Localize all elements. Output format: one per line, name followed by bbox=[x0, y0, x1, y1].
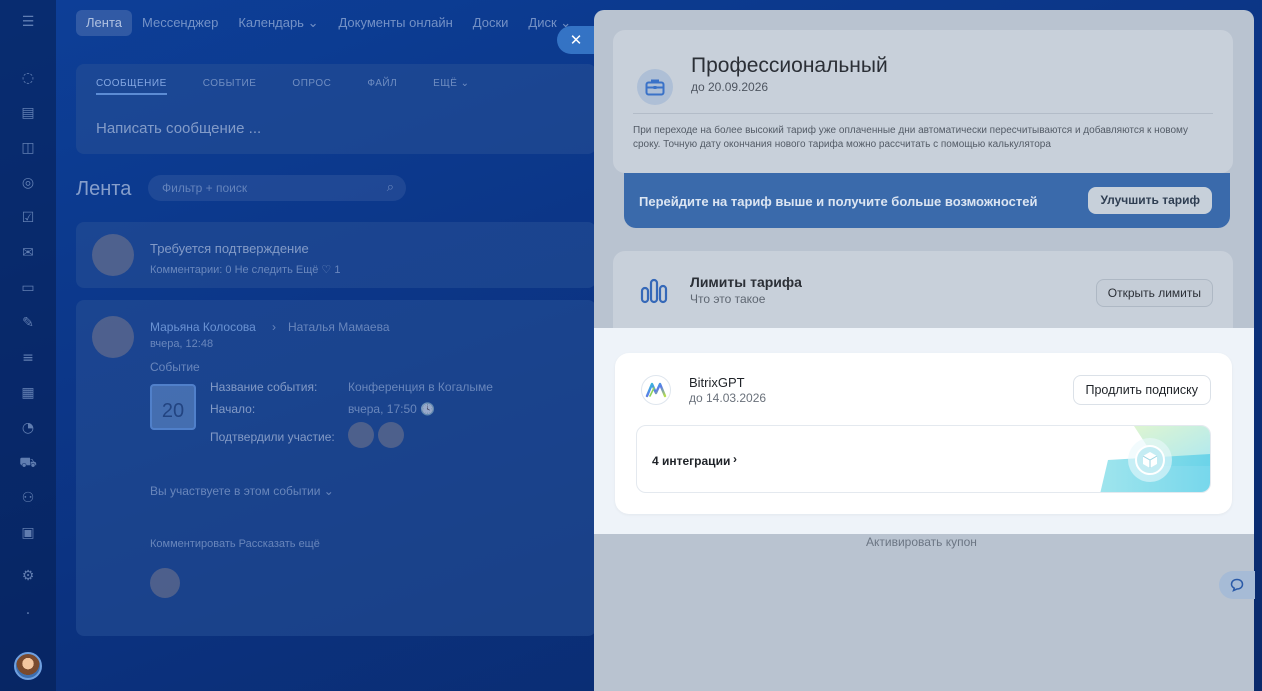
upgrade-banner: Перейдите на тариф выше и получите больш… bbox=[624, 173, 1230, 228]
participant-avatar[interactable] bbox=[348, 422, 374, 448]
user-avatar[interactable] bbox=[14, 652, 42, 680]
integrations-label: 4 интеграции bbox=[652, 454, 731, 468]
limits-card: Лимиты тарифа Что это такое Открыть лими… bbox=[613, 251, 1233, 329]
post-composer: СООБЩЕНИЕ СОБЫТИЕ ОПРОС ФАЙЛ ЕЩЁ ⌄ Напис… bbox=[76, 64, 596, 154]
nav-item-feed[interactable]: Лента bbox=[76, 10, 132, 36]
post-time: вчера, 12:48 bbox=[150, 338, 214, 350]
nav-item-calendar[interactable]: Календарь ⌄ bbox=[228, 10, 328, 36]
support-chat-button[interactable] bbox=[1219, 571, 1255, 599]
activate-coupon-link[interactable]: Активировать купон bbox=[866, 535, 977, 549]
integrations-illustration-icon bbox=[1100, 426, 1210, 492]
team-icon[interactable]: ⚇ bbox=[18, 488, 38, 508]
nav-item-messenger[interactable]: Мессенджер bbox=[132, 10, 228, 36]
event-name-label: Название события: bbox=[210, 380, 318, 394]
feed-title: Лента bbox=[76, 178, 132, 200]
document-icon[interactable]: ▤ bbox=[18, 103, 38, 123]
renew-subscription-button[interactable]: Продлить подписку bbox=[1072, 375, 1211, 405]
divider bbox=[633, 113, 1213, 114]
bitrixgpt-expiry: до 14.03.2026 bbox=[689, 391, 767, 405]
bitrixgpt-card: BitrixGPT до 14.03.2026 Продлить подписк… bbox=[615, 353, 1232, 514]
chat-icon[interactable]: ◌ bbox=[18, 68, 38, 88]
more-icon[interactable]: · bbox=[18, 604, 38, 624]
post-type: Событие bbox=[150, 360, 200, 374]
confirmed-label: Подтвердили участие: bbox=[210, 430, 335, 444]
limits-subtitle-link[interactable]: Что это такое bbox=[690, 292, 765, 306]
plan-expiry: до 20.09.2026 bbox=[691, 80, 769, 94]
upgrade-text: Перейдите на тариф выше и получите больш… bbox=[639, 194, 1038, 209]
tab-poll[interactable]: ОПРОС bbox=[292, 78, 331, 95]
left-rail: ☰ ◌ ▤ ◫ ◎ ☑ ✉ ▭ ✎ ≡ ▦ ◔ ⛟ ⚇ ▣ ⚙ · bbox=[0, 0, 56, 691]
post-recipient[interactable]: Наталья Мамаева bbox=[288, 320, 390, 334]
chat-bubble-icon bbox=[1230, 578, 1244, 592]
open-limits-button[interactable]: Открыть лимиты bbox=[1095, 279, 1213, 307]
messages-icon[interactable]: ◫ bbox=[18, 138, 38, 158]
cart-icon[interactable]: ⛟ bbox=[18, 453, 38, 473]
event-name: Конференция в Когалыме bbox=[348, 380, 493, 394]
close-slider-button[interactable]: ✕ bbox=[557, 26, 595, 54]
tab-message[interactable]: СООБЩЕНИЕ bbox=[96, 78, 167, 95]
sign-icon[interactable]: ✎ bbox=[18, 313, 38, 333]
plan-card: Профессиональный до 20.09.2026 При перех… bbox=[613, 30, 1233, 173]
search-icon[interactable]: ⌕ bbox=[387, 179, 394, 195]
calendar-icon[interactable]: ▣ bbox=[18, 523, 38, 543]
calculator-icon[interactable]: ▦ bbox=[18, 383, 38, 403]
filter-icon[interactable]: ≡ bbox=[18, 348, 38, 368]
avatar bbox=[92, 316, 134, 358]
mail-icon[interactable]: ✉ bbox=[18, 243, 38, 263]
menu-icon[interactable]: ☰ bbox=[18, 12, 38, 32]
highlighted-section: BitrixGPT до 14.03.2026 Продлить подписк… bbox=[594, 328, 1254, 534]
participate-dropdown[interactable]: Вы участвуете в этом событии ⌄ bbox=[150, 484, 334, 498]
composer-input[interactable]: Написать сообщение ... bbox=[96, 120, 261, 137]
participant-avatar[interactable] bbox=[378, 422, 404, 448]
event-start: вчера, 17:50 🕓 bbox=[348, 402, 436, 416]
feed-post-event: Марьяна Колосова › Наталья Мамаева вчера… bbox=[76, 300, 596, 636]
contacts-icon[interactable]: ▭ bbox=[18, 278, 38, 298]
plan-note: При переходе на более высокий тариф уже … bbox=[633, 125, 1189, 150]
post-meta: Комментарии: 0 Не следить Ещё ♡ 1 bbox=[150, 264, 341, 276]
analytics-icon[interactable]: ◔ bbox=[18, 418, 38, 438]
feed-search-input[interactable]: Фильтр + поиск ⌕ bbox=[148, 175, 406, 201]
bitrixgpt-logo-icon bbox=[641, 375, 671, 405]
event-start-label: Начало: bbox=[210, 402, 256, 416]
tab-more[interactable]: ЕЩЁ ⌄ bbox=[433, 78, 469, 95]
nav-item-boards[interactable]: Доски bbox=[463, 10, 519, 36]
feed-search-placeholder: Фильтр + поиск bbox=[162, 181, 248, 195]
avatar bbox=[150, 568, 180, 598]
comment-actions[interactable]: Комментировать Рассказать ещё bbox=[150, 538, 320, 550]
bitrixgpt-title: BitrixGPT bbox=[689, 375, 745, 390]
arrow-right-icon: › bbox=[272, 320, 276, 334]
post-author[interactable]: Марьяна Колосова bbox=[150, 320, 256, 334]
tasks-icon[interactable]: ☑ bbox=[18, 208, 38, 228]
database-icon[interactable]: ◎ bbox=[18, 173, 38, 193]
settings-icon[interactable]: ⚙ bbox=[18, 566, 38, 586]
composer-tabs: СООБЩЕНИЕ СОБЫТИЕ ОПРОС ФАЙЛ ЕЩЁ ⌄ bbox=[96, 78, 470, 95]
calendar-date-icon: 20 bbox=[150, 384, 196, 430]
chevron-right-icon: › bbox=[733, 452, 737, 466]
feed-post-confirmation: Требуется подтверждение Комментарии: 0 Н… bbox=[76, 222, 596, 288]
briefcase-icon bbox=[637, 69, 673, 105]
integrations-link[interactable]: 4 интеграции › bbox=[636, 425, 1211, 493]
avatar bbox=[92, 234, 134, 276]
post-title: Требуется подтверждение bbox=[150, 241, 309, 256]
calendar-day: 20 bbox=[161, 400, 185, 422]
tab-file[interactable]: ФАЙЛ bbox=[367, 78, 397, 95]
upgrade-plan-button[interactable]: Улучшить тариф bbox=[1088, 187, 1212, 214]
limits-title: Лимиты тарифа bbox=[690, 274, 802, 290]
top-navigation: Лента Мессенджер Календарь ⌄ Документы о… bbox=[76, 10, 581, 36]
bar-chart-icon bbox=[640, 278, 668, 309]
nav-item-documents[interactable]: Документы онлайн bbox=[328, 10, 462, 36]
plan-title: Профессиональный bbox=[691, 54, 888, 77]
tab-event[interactable]: СОБЫТИЕ bbox=[203, 78, 257, 95]
